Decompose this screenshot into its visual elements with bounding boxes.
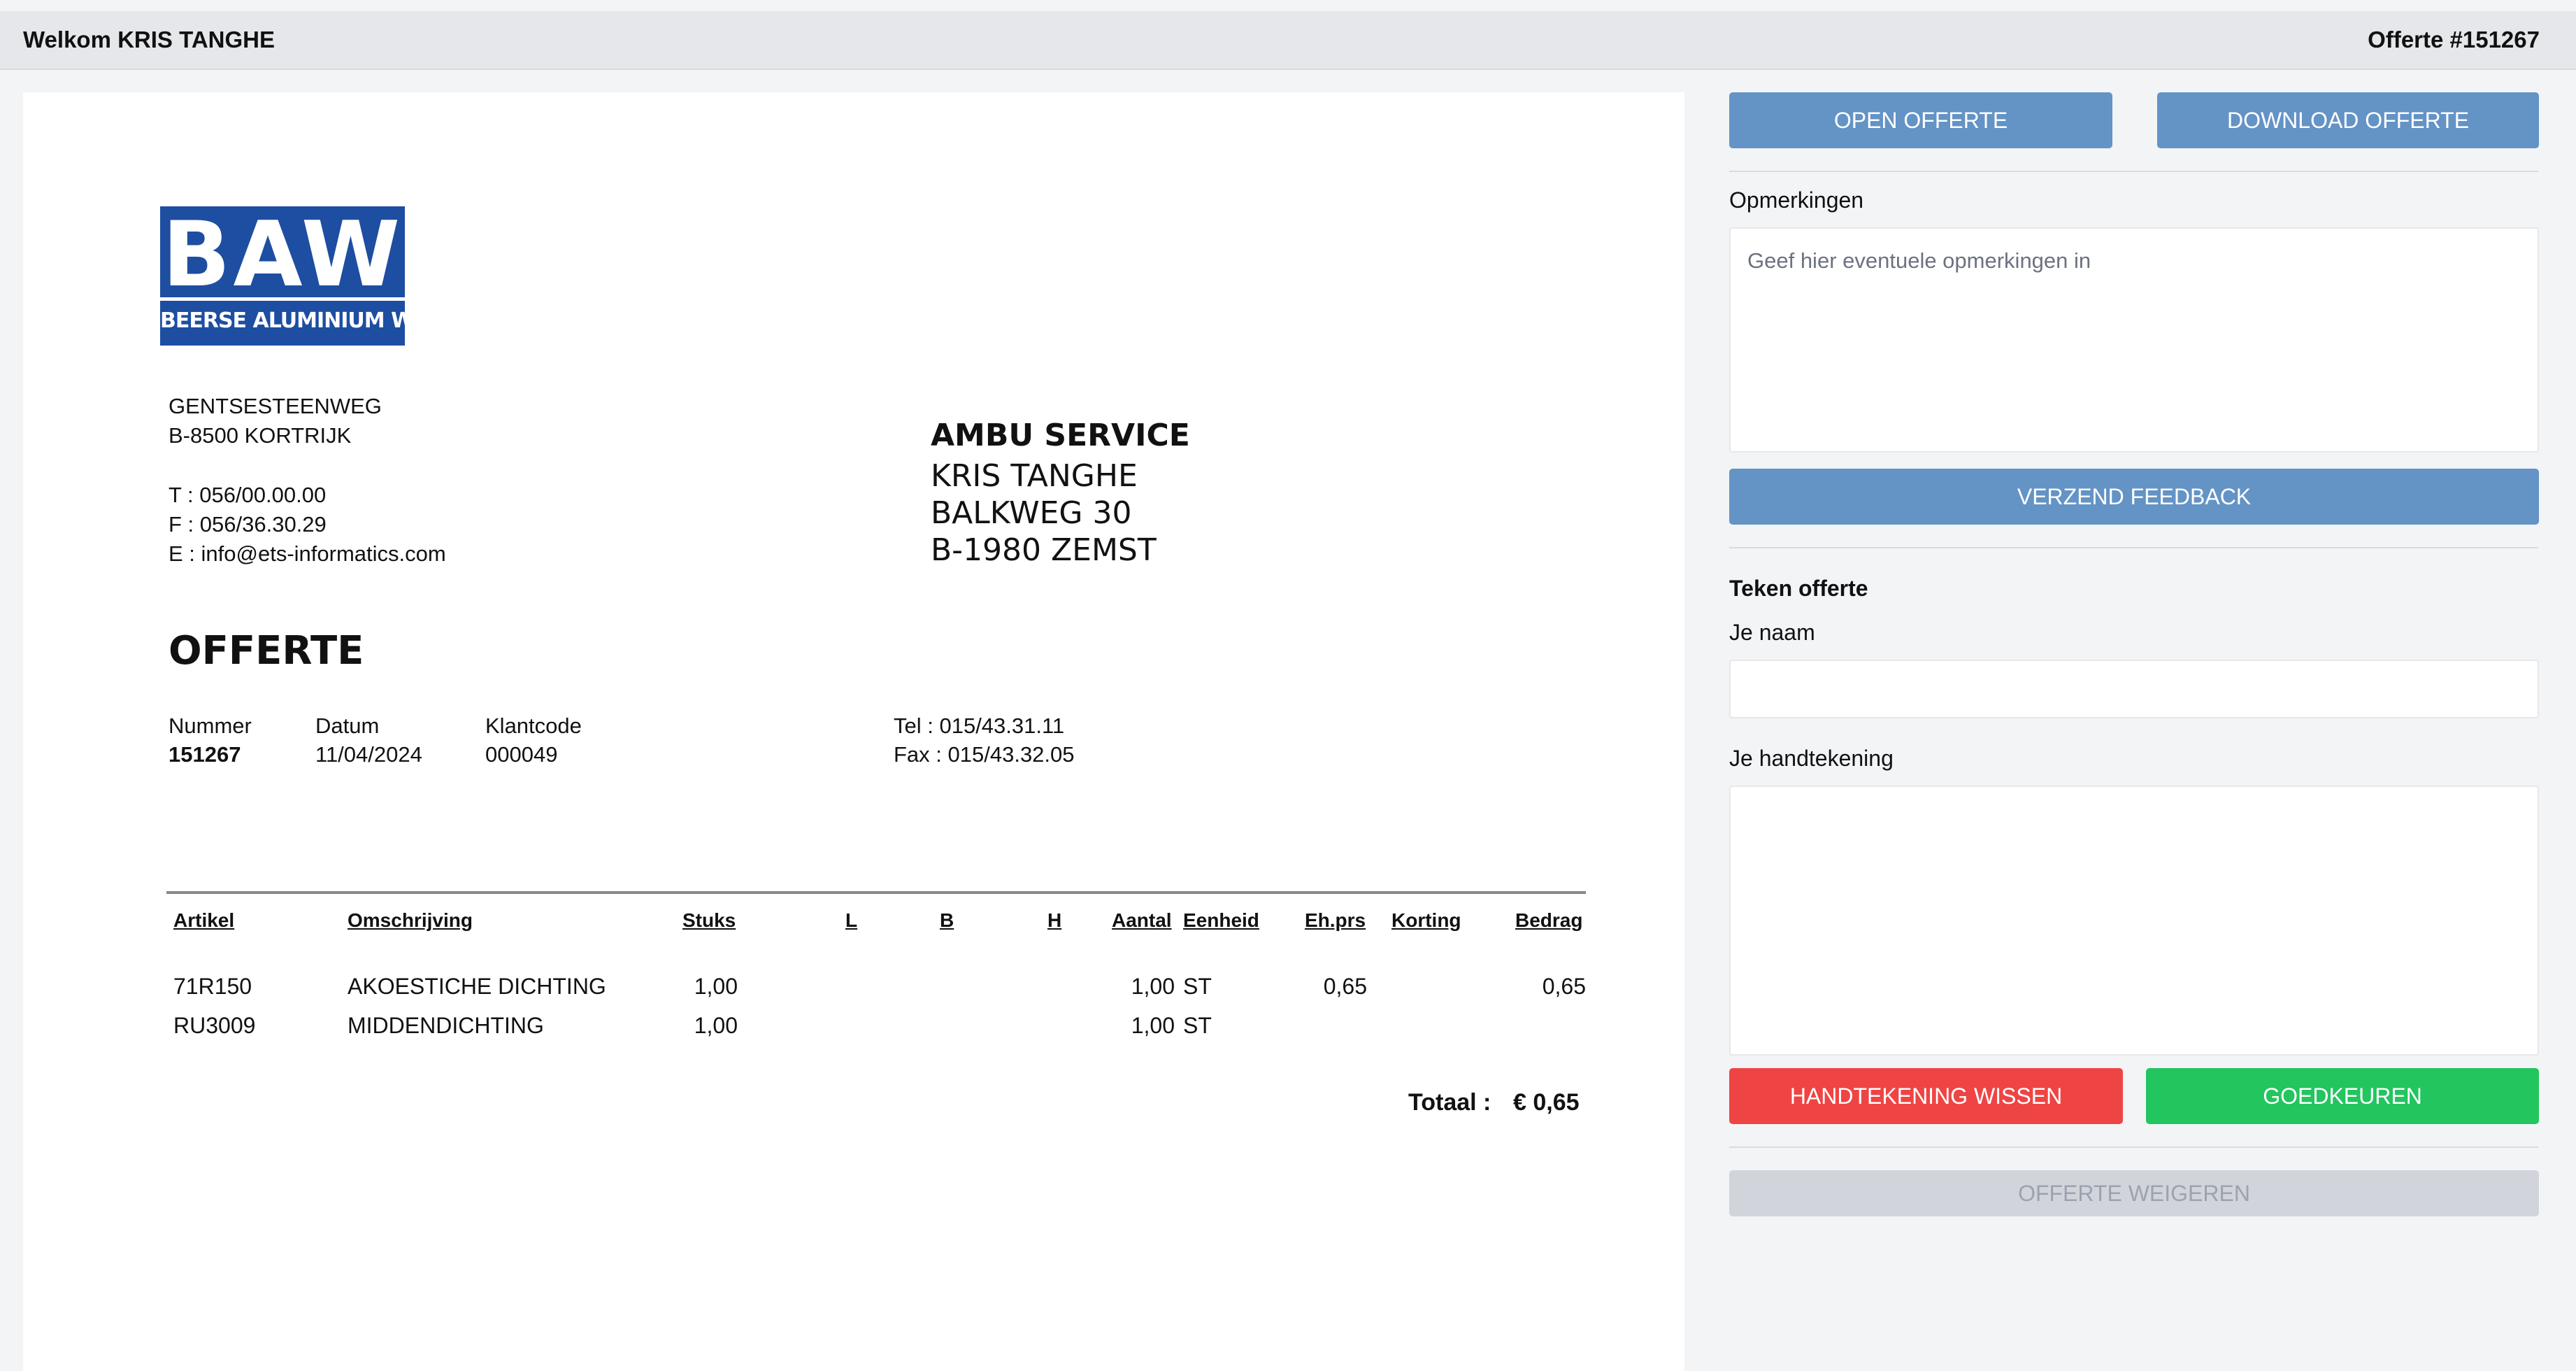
logo-text: BAW: [162, 203, 403, 307]
row2-eenheid: ST: [1183, 1013, 1212, 1038]
company-fax: F : 056/36.30.29: [169, 512, 327, 537]
approve-button[interactable]: GOEDKEUREN: [2146, 1068, 2539, 1124]
col-omschrijving: Omschrijving: [348, 909, 473, 931]
reject-quote-button[interactable]: OFFERTE WEIGEREN: [1729, 1170, 2539, 1216]
customer-street: BALKWEG 30: [931, 495, 1132, 531]
customer-contact: KRIS TANGHE: [931, 458, 1138, 494]
company-city: B-8500 KORTRIJK: [169, 423, 352, 448]
top-bar: Welkom KRIS TANGHE Offerte #151267: [0, 11, 2576, 70]
open-quote-button[interactable]: OPEN OFFERTE: [1729, 92, 2112, 148]
row1-bedrag: 0,65: [1542, 974, 1586, 999]
col-eenheid: Eenheid: [1183, 909, 1259, 931]
col-stuks: Stuks: [682, 909, 736, 931]
date-label: Datum: [315, 713, 380, 738]
name-label: Je naam: [1729, 620, 1815, 645]
document-title: OFFERTE: [169, 628, 364, 674]
remarks-textarea[interactable]: [1729, 227, 2539, 453]
customer-tel: Tel : 015/43.31.11: [894, 713, 1065, 738]
row2-artikel: RU3009: [173, 1013, 256, 1038]
row2-aantal: 1,00: [1131, 1013, 1175, 1038]
number-label: Nummer: [169, 713, 252, 738]
divider: [1729, 171, 2538, 172]
col-ehprs: Eh.prs: [1305, 909, 1366, 931]
col-h: H: [1047, 909, 1062, 931]
divider: [1729, 1146, 2538, 1148]
logo-divider: [160, 297, 405, 301]
col-aantal: Aantal: [1112, 909, 1172, 931]
row1-ehprs: 0,65: [1323, 974, 1367, 999]
client-code-label: Klantcode: [485, 713, 582, 738]
row1-omschrijving: AKOESTICHE DICHTING: [348, 974, 606, 999]
row1-stuks: 1,00: [694, 974, 738, 999]
row2-stuks: 1,00: [694, 1013, 738, 1038]
table-top-rule: [166, 891, 1586, 894]
total-label: Totaal :: [1408, 1089, 1491, 1116]
download-quote-button[interactable]: DOWNLOAD OFFERTE: [2157, 92, 2539, 148]
signature-pad[interactable]: [1729, 786, 2539, 1056]
row1-artikel: 71R150: [173, 974, 252, 999]
customer-name: AMBU SERVICE: [931, 418, 1190, 453]
customer-city: B-1980 ZEMST: [931, 532, 1157, 568]
col-bedrag: Bedrag: [1515, 909, 1583, 931]
total-value: € 0,65: [1513, 1089, 1580, 1116]
clear-signature-button[interactable]: HANDTEKENING WISSEN: [1729, 1068, 2123, 1124]
col-l: L: [845, 909, 858, 931]
row2-omschrijving: MIDDENDICHTING: [348, 1013, 544, 1038]
col-korting: Korting: [1391, 909, 1461, 931]
signature-label: Je handtekening: [1729, 746, 1894, 771]
logo-subtitle: BEERSE ALUMINIUM WERKEN: [160, 308, 489, 333]
client-code-value: 000049: [485, 742, 558, 767]
number-value: 151267: [169, 742, 241, 767]
customer-fax: Fax : 015/43.32.05: [894, 742, 1075, 767]
sign-quote-title: Teken offerte: [1729, 576, 1868, 601]
remarks-label: Opmerkingen: [1729, 187, 1864, 213]
col-artikel: Artikel: [173, 909, 235, 931]
welcome-text: Welkom KRIS TANGHE: [23, 27, 275, 52]
col-b: B: [940, 909, 954, 931]
company-email: E : info@ets-informatics.com: [169, 541, 446, 566]
row1-aantal: 1,00: [1131, 974, 1175, 999]
divider: [1729, 547, 2538, 548]
name-input[interactable]: [1729, 660, 2539, 718]
company-logo: BAW BEERSE ALUMINIUM WERKEN: [160, 203, 489, 346]
date-value: 11/04/2024: [315, 742, 422, 767]
row1-eenheid: ST: [1183, 974, 1212, 999]
company-street: GENTSESTEENWEG: [169, 394, 382, 418]
quote-number: Offerte #151267: [2368, 27, 2540, 52]
company-phone: T : 056/00.00.00: [169, 483, 327, 507]
send-feedback-button[interactable]: VERZEND FEEDBACK: [1729, 469, 2539, 525]
